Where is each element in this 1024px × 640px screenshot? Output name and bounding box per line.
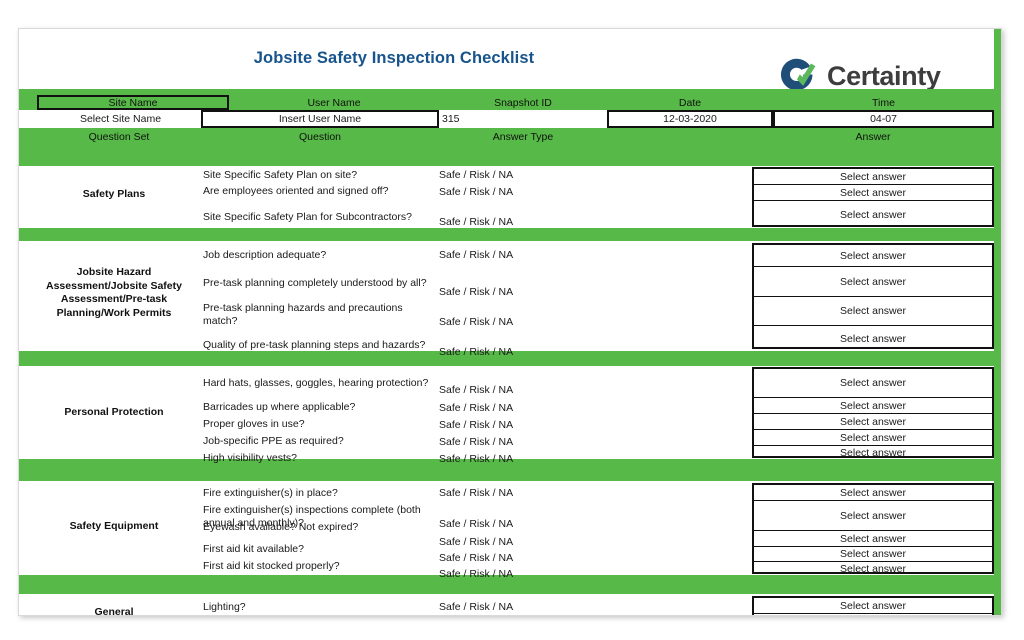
- answer-type-text: Safe / Risk / NA: [439, 453, 514, 465]
- answer-type-text: Safe / Risk / NA: [439, 169, 514, 181]
- question-group: Personal Protection Hard hats, glasses, g…: [19, 366, 994, 465]
- answer-select[interactable]: Select answer: [754, 446, 992, 460]
- question-group: Jobsite Hazard Assessment/Jobsite Safety…: [19, 241, 994, 358]
- answer-select[interactable]: Select answer: [754, 501, 992, 531]
- answer-select[interactable]: Select answer: [754, 614, 992, 615]
- page-title: Jobsite Safety Inspection Checklist: [253, 49, 535, 67]
- question-text: Are employees oriented and signed off?: [203, 185, 389, 197]
- time-field[interactable]: 04-07: [773, 110, 994, 128]
- col-header-site-name: Site Name: [37, 95, 229, 110]
- question-text: Quality of pre-task planning steps and h…: [203, 339, 426, 351]
- date-field[interactable]: 12-03-2020: [607, 110, 773, 128]
- col-header-snapshot-id: Snapshot ID: [439, 95, 607, 110]
- answer-type-text: Safe / Risk / NA: [439, 346, 514, 358]
- answer-type-text: Safe / Risk / NA: [439, 601, 514, 613]
- answer-select[interactable]: Select answer: [754, 297, 992, 326]
- question-text: Barricades up where applicable?: [203, 401, 356, 413]
- answer-select[interactable]: Select answer: [754, 245, 992, 267]
- answer-type-text: Safe / Risk / NA: [439, 436, 514, 448]
- answer-select[interactable]: Select answer: [754, 547, 992, 562]
- question-text: Fire extinguisher(s) in place?: [203, 487, 338, 499]
- question-text: First aid kit available?: [203, 543, 304, 555]
- document-header: Jobsite Safety Inspection Checklist Cert…: [19, 29, 994, 91]
- snapshot-id-field[interactable]: 315: [439, 110, 607, 128]
- question-set-name: Safety Plans: [82, 188, 146, 200]
- answer-select[interactable]: Select answer: [754, 485, 992, 501]
- answer-column: Select answer Select answer Select answer: [752, 167, 994, 227]
- answer-column: Select answer Select answer Select answer S…: [752, 243, 994, 349]
- right-accent-rail: [994, 29, 1001, 615]
- screenshot-root: Jobsite Safety Inspection Checklist Cert…: [0, 0, 1024, 640]
- answer-type-text: Safe / Risk / NA: [439, 552, 514, 564]
- answer-column: Select answer Select answer Select answer S…: [752, 483, 994, 576]
- answer-select[interactable]: Select answer: [754, 414, 992, 430]
- answer-select[interactable]: Select answer: [754, 267, 992, 297]
- question-group: GeneralLighting?Safe / Risk / NAVentilat…: [19, 594, 994, 616]
- answer-type-text: Safe / Risk / NA: [439, 316, 514, 328]
- site-name-field[interactable]: Select Site Name: [37, 110, 201, 128]
- question-set-name: Personal Protection: [64, 406, 164, 418]
- col-header-answer: Answer: [752, 130, 994, 144]
- col-header-time: Time: [773, 95, 994, 110]
- answer-select[interactable]: Select answer: [754, 562, 992, 576]
- col-header-question: Question: [201, 130, 439, 144]
- question-text: Pre-task planning completely understood …: [203, 277, 427, 289]
- col-header-question-set: Question Set: [37, 130, 201, 144]
- question-text: Job-specific PPE as required?: [203, 435, 344, 447]
- answer-type-text: Safe / Risk / NA: [439, 402, 514, 414]
- answer-select[interactable]: Select answer: [754, 531, 992, 547]
- question-text: Site Specific Safety Plan on site?: [203, 169, 358, 181]
- answer-type-text: Safe / Risk / NA: [439, 568, 514, 580]
- answer-type-text: Safe / Risk / NA: [439, 518, 514, 530]
- question-text: Pre-task planning hazards and precaution…: [203, 302, 403, 327]
- col-header-user-name: User Name: [229, 95, 439, 110]
- checklist-document: Jobsite Safety Inspection Checklist Cert…: [18, 28, 1002, 616]
- answer-type-text: Safe / Risk / NA: [439, 286, 514, 298]
- answer-column: Select answerSelect answer: [752, 596, 994, 615]
- question-text: High visibility vests?: [203, 452, 297, 464]
- answer-type-text: Safe / Risk / NA: [439, 384, 514, 396]
- answer-select[interactable]: Select answer: [754, 169, 992, 185]
- answer-select[interactable]: Select answer: [754, 398, 992, 414]
- question-text: First aid kit stocked properly?: [203, 560, 340, 572]
- answer-select[interactable]: Select answer: [754, 326, 992, 351]
- question-set-name: Jobsite Hazard Assessment/Jobsite Safety…: [46, 266, 182, 319]
- question-group: Safety Plans Site Specific Safety Plan on…: [19, 166, 994, 228]
- answer-column: Select answer Select answer Select answer S…: [752, 367, 994, 460]
- question-set-name: General: [94, 606, 134, 616]
- question-text: Site Specific Safety Plan for Subcontrac…: [203, 211, 412, 223]
- answer-select[interactable]: Select answer: [754, 598, 992, 614]
- answer-type-text: Safe / Risk / NA: [439, 419, 514, 431]
- answer-type-text: Safe / Risk / NA: [439, 249, 514, 261]
- question-text: Eyewash available? Not expired?: [203, 521, 359, 533]
- checklist-sheet: Site Name User Name Snapshot ID Date Tim…: [19, 89, 994, 616]
- answer-type-text: Safe / Risk / NA: [439, 536, 514, 548]
- answer-select[interactable]: Select answer: [754, 201, 992, 229]
- user-name-field[interactable]: Insert User Name: [201, 110, 439, 128]
- answer-select[interactable]: Select answer: [754, 185, 992, 201]
- question-group: Safety Equipment Fire extinguisher(s) in …: [19, 481, 994, 580]
- answer-type-text: Safe / Risk / NA: [439, 487, 514, 499]
- question-text: Hard hats, glasses, goggles, hearing pro…: [203, 377, 429, 389]
- answer-select[interactable]: Select answer: [754, 430, 992, 446]
- question-text: Lighting?: [203, 601, 246, 613]
- col-header-date: Date: [607, 95, 773, 110]
- answer-type-text: Safe / Risk / NA: [439, 216, 514, 228]
- col-header-answer-type: Answer Type: [439, 130, 607, 144]
- question-text: Job description adequate?: [203, 249, 327, 261]
- answer-type-text: Safe / Risk / NA: [439, 186, 514, 198]
- question-text: Proper gloves in use?: [203, 418, 305, 430]
- brand-name: Certainty: [827, 60, 941, 91]
- question-set-name: Safety Equipment: [69, 520, 159, 532]
- answer-select[interactable]: Select answer: [754, 369, 992, 398]
